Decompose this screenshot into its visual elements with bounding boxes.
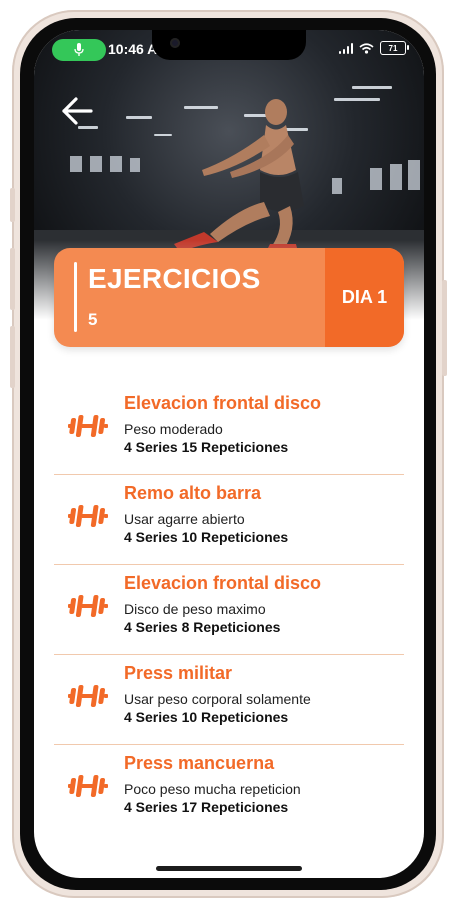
exercise-description: Poco peso mucha repeticion	[124, 781, 301, 797]
exercise-description: Usar agarre abierto	[124, 511, 245, 527]
exercise-name: Remo alto barra	[124, 483, 262, 503]
header-title: EJERCICIOS	[88, 263, 261, 294]
dumbbell-icon	[68, 685, 108, 707]
exercise-name: Elevacion frontal disco	[124, 393, 322, 413]
battery-level: 71	[388, 43, 398, 53]
microphone-indicator	[52, 39, 106, 61]
front-camera	[170, 38, 180, 48]
status-time: 10:46 A	[108, 41, 158, 57]
exercise-count: 5	[88, 310, 98, 329]
exercise-name: Elevacion frontal disco	[124, 573, 322, 593]
home-indicator[interactable]	[156, 866, 302, 871]
exercise-item[interactable]: Press mancuerna Poco peso mucha repetici…	[54, 745, 404, 834]
phone-volume-down-button	[10, 326, 15, 388]
app-screen: 10:46 A 71 EJERCICIOS 5 DIA 1 Elevacion …	[34, 30, 424, 878]
cellular-signal-icon	[338, 42, 353, 54]
dumbbell-icon	[68, 775, 108, 797]
dumbbell-icon	[68, 595, 108, 617]
exercise-reps: 4 Series 17 Repeticiones	[124, 799, 289, 815]
exercises-header-card: EJERCICIOS 5 DIA 1	[54, 248, 404, 347]
arrow-left-icon	[62, 97, 93, 125]
exercise-reps: 4 Series 15 Repeticiones	[124, 439, 289, 455]
exercise-list: Elevacion frontal disco Peso moderado 4 …	[54, 385, 404, 834]
exercise-description: Usar peso corporal solamente	[124, 691, 311, 707]
exercise-item[interactable]: Elevacion frontal disco Disco de peso ma…	[54, 565, 404, 655]
exercise-reps: 4 Series 10 Repeticiones	[124, 709, 289, 725]
phone-power-button	[442, 280, 447, 376]
wifi-icon	[359, 42, 374, 54]
exercise-item[interactable]: Press militar Usar peso corporal solamen…	[54, 655, 404, 745]
battery-icon: 71	[380, 41, 409, 55]
phone-side-button	[10, 188, 15, 222]
exercise-description: Peso moderado	[124, 421, 223, 437]
day-badge: DIA 1	[325, 248, 404, 347]
dumbbell-icon	[68, 505, 108, 527]
notch	[152, 30, 306, 60]
dumbbell-icon	[68, 415, 108, 437]
day-label: DIA 1	[341, 287, 388, 307]
exercise-name: Press mancuerna	[124, 753, 275, 773]
exercise-name: Press militar	[124, 663, 233, 683]
system-indicators: 71	[338, 41, 409, 55]
exercise-reps: 4 Series 8 Repeticiones	[124, 619, 281, 635]
header-accent-bar	[74, 262, 77, 332]
exercise-description: Disco de peso maximo	[124, 601, 266, 617]
exercise-item[interactable]: Elevacion frontal disco Peso moderado 4 …	[54, 385, 404, 475]
phone-volume-up-button	[10, 248, 15, 310]
exercise-reps: 4 Series 10 Repeticiones	[124, 529, 289, 545]
exercise-item[interactable]: Remo alto barra Usar agarre abierto 4 Se…	[54, 475, 404, 565]
status-bar: 10:46 A 71	[34, 30, 424, 70]
back-button[interactable]	[60, 96, 94, 126]
microphone-icon	[74, 43, 84, 56]
